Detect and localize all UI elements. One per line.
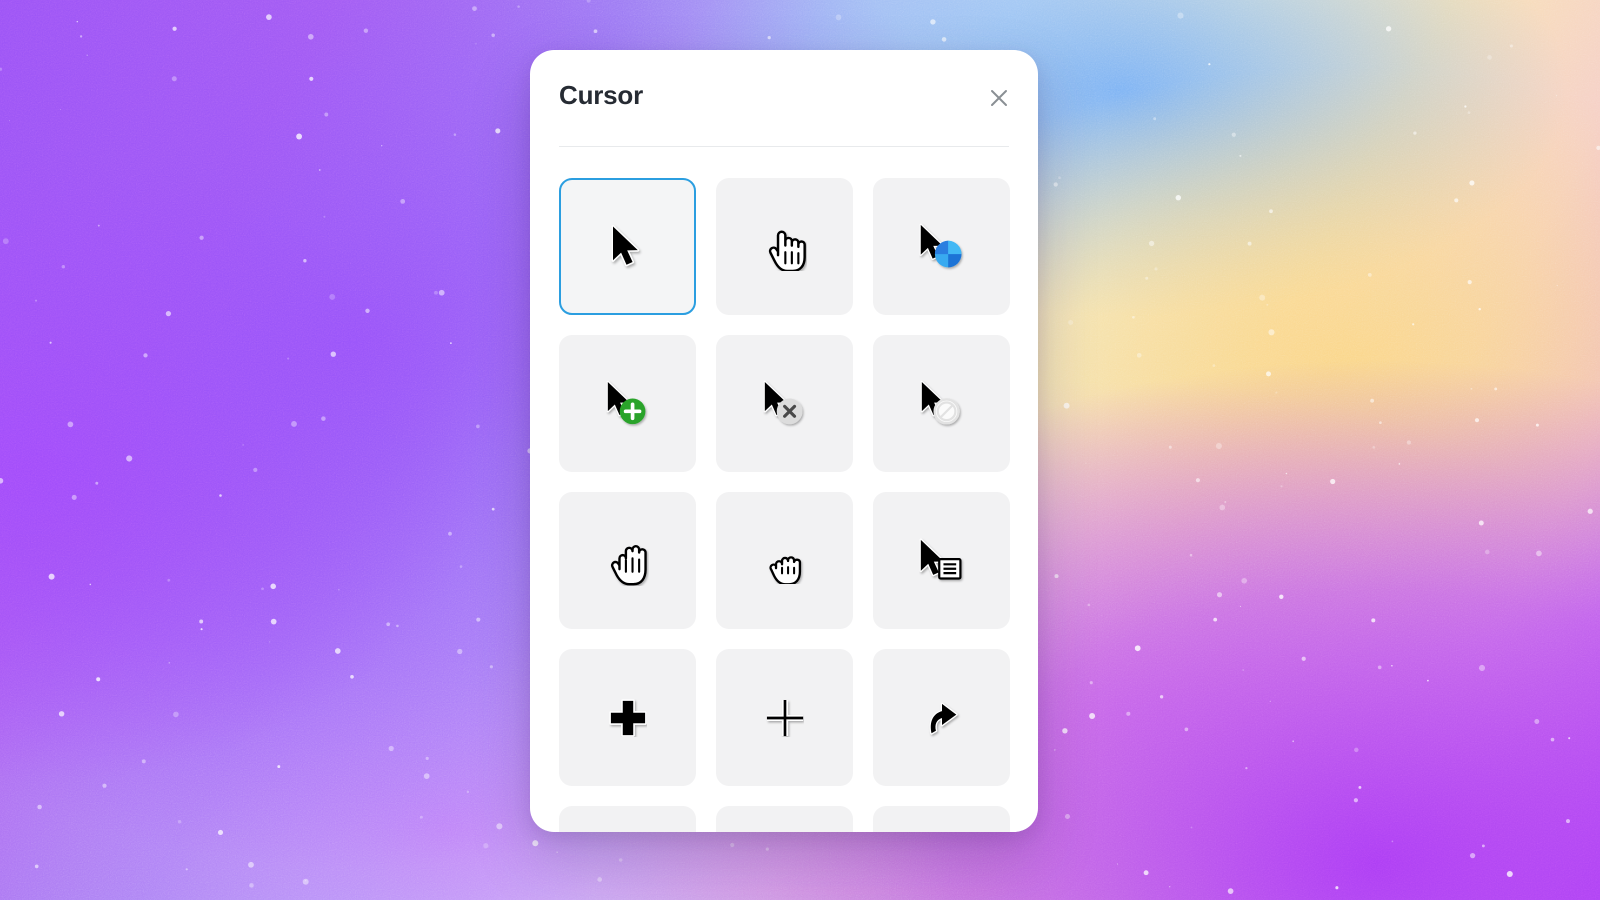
arrow-busy-spinner-cursor-icon bbox=[918, 223, 961, 267]
arrow-plus-copy-cursor-icon bbox=[606, 380, 645, 424]
crosshair-cursor-icon bbox=[766, 699, 803, 736]
page-title: Cursor bbox=[559, 80, 644, 110]
cursor-option-row-5-c[interactable] bbox=[873, 806, 1010, 832]
close-icon bbox=[991, 90, 1007, 106]
cursor-picker-dialog: Cursor bbox=[530, 50, 1038, 832]
open-hand-grab-cursor-icon bbox=[610, 544, 647, 585]
arrow-no-drop-cursor-icon bbox=[920, 380, 960, 424]
cursor-option-grid bbox=[559, 178, 1011, 832]
cursor-option-default[interactable] bbox=[559, 178, 696, 315]
curved-arrow-alias-cursor-icon bbox=[929, 702, 958, 735]
cursor-option-alias[interactable] bbox=[873, 649, 1010, 786]
arrow-context-menu-cursor-icon bbox=[919, 538, 962, 580]
arrow-x-remove-cursor-icon bbox=[763, 380, 802, 424]
cursor-option-grab[interactable] bbox=[559, 492, 696, 629]
arrow-cursor-icon bbox=[611, 225, 639, 267]
close-button[interactable] bbox=[982, 81, 1016, 115]
cursor-option-cell[interactable] bbox=[559, 649, 696, 786]
header-divider bbox=[559, 146, 1009, 147]
pointing-hand-cursor-icon bbox=[768, 230, 806, 271]
closed-hand-grabbing-cursor-icon bbox=[768, 555, 801, 584]
cursor-option-remove[interactable] bbox=[716, 335, 853, 472]
cursor-option-crosshair[interactable] bbox=[716, 649, 853, 786]
thick-plus-cell-cursor-icon bbox=[608, 698, 647, 737]
cursor-option-row-5-b[interactable] bbox=[716, 806, 853, 832]
cursor-option-row-5-a[interactable] bbox=[559, 806, 696, 832]
dialog-header: Cursor bbox=[530, 50, 1038, 147]
cursor-option-progress[interactable] bbox=[873, 178, 1010, 315]
cursor-option-pointer[interactable] bbox=[716, 178, 853, 315]
cursor-option-context-menu[interactable] bbox=[873, 492, 1010, 629]
cursor-option-copy[interactable] bbox=[559, 335, 696, 472]
cursor-option-grabbing[interactable] bbox=[716, 492, 853, 629]
cursor-option-not-allowed[interactable] bbox=[873, 335, 1010, 472]
